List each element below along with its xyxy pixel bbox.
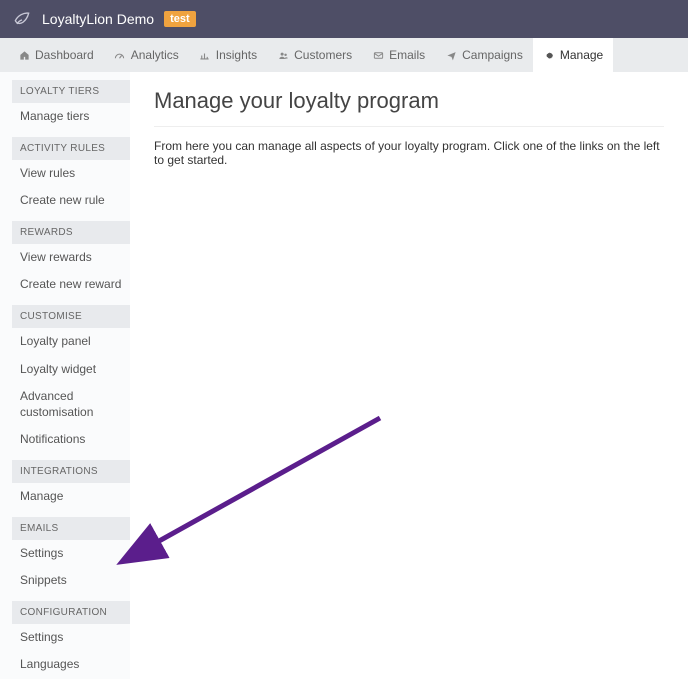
sidebar-item-emails-settings[interactable]: Settings	[12, 540, 130, 568]
page-container: LOYALTY TIERS Manage tiers ACTIVITY RULE…	[0, 72, 688, 679]
navbar: Dashboard Analytics Insights Customers E…	[0, 38, 688, 72]
sidebar-item-notifications[interactable]: Notifications	[12, 426, 130, 454]
chart-icon	[199, 49, 211, 61]
nav-label: Analytics	[131, 48, 179, 62]
sidebar-item-manage-tiers[interactable]: Manage tiers	[12, 103, 130, 131]
sidebar-section-loyalty-tiers: LOYALTY TIERS	[12, 80, 130, 103]
nav-insights[interactable]: Insights	[189, 38, 267, 72]
topbar: LoyaltyLion Demo test	[0, 0, 688, 38]
main-content: Manage your loyalty program From here yo…	[130, 72, 688, 679]
home-icon	[18, 49, 30, 61]
nav-label: Emails	[389, 48, 425, 62]
sidebar-section-customise: CUSTOMISE	[12, 305, 130, 328]
brand-name: LoyaltyLion Demo	[42, 11, 154, 27]
nav-campaigns[interactable]: Campaigns	[435, 38, 533, 72]
nav-label: Insights	[216, 48, 257, 62]
brand-logo-icon	[12, 9, 32, 29]
nav-label: Customers	[294, 48, 352, 62]
sidebar-item-view-rules[interactable]: View rules	[12, 160, 130, 188]
nav-manage[interactable]: Manage	[533, 38, 613, 72]
gear-icon	[543, 49, 555, 61]
nav-customers[interactable]: Customers	[267, 38, 362, 72]
sidebar-item-integrations-manage[interactable]: Manage	[12, 483, 130, 511]
send-icon	[445, 49, 457, 61]
nav-dashboard[interactable]: Dashboard	[8, 38, 104, 72]
nav-analytics[interactable]: Analytics	[104, 38, 189, 72]
sidebar-section-integrations: INTEGRATIONS	[12, 460, 130, 483]
users-icon	[277, 49, 289, 61]
sidebar-item-create-new-rule[interactable]: Create new rule	[12, 187, 130, 215]
sidebar-section-rewards: REWARDS	[12, 221, 130, 244]
sidebar-item-view-rewards[interactable]: View rewards	[12, 244, 130, 272]
env-badge: test	[164, 11, 196, 27]
page-description: From here you can manage all aspects of …	[154, 139, 664, 167]
nav-emails[interactable]: Emails	[362, 38, 435, 72]
nav-label: Campaigns	[462, 48, 523, 62]
sidebar-section-activity-rules: ACTIVITY RULES	[12, 137, 130, 160]
sidebar-section-emails: EMAILS	[12, 517, 130, 540]
nav-label: Manage	[560, 48, 603, 62]
sidebar-item-emails-snippets[interactable]: Snippets	[12, 567, 130, 595]
sidebar-item-advanced-customisation[interactable]: Advanced customisation	[12, 383, 130, 426]
sidebar-item-loyalty-widget[interactable]: Loyalty widget	[12, 356, 130, 384]
nav-label: Dashboard	[35, 48, 94, 62]
sidebar-item-loyalty-panel[interactable]: Loyalty panel	[12, 328, 130, 356]
sidebar-item-configuration-settings[interactable]: Settings	[12, 624, 130, 652]
gauge-icon	[114, 49, 126, 61]
envelope-icon	[372, 49, 384, 61]
sidebar: LOYALTY TIERS Manage tiers ACTIVITY RULE…	[0, 72, 130, 679]
sidebar-item-create-new-reward[interactable]: Create new reward	[12, 271, 130, 299]
sidebar-item-configuration-languages[interactable]: Languages	[12, 651, 130, 679]
divider	[154, 126, 664, 127]
page-title: Manage your loyalty program	[154, 88, 664, 114]
sidebar-section-configuration: CONFIGURATION	[12, 601, 130, 624]
